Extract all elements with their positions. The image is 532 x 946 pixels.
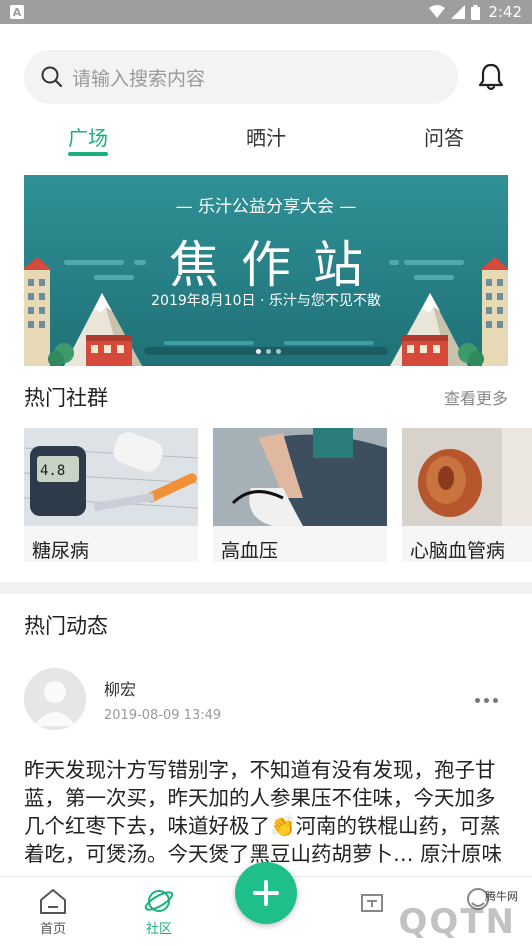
organ-image	[402, 428, 532, 526]
banner-date: 2019年8月10日 · 乐汁与您不见不散	[151, 293, 381, 309]
hot-groups-list: 4.8 糖尿病 高血压 心脑血管病	[24, 428, 532, 562]
add-post-button[interactable]	[235, 862, 297, 924]
post-header: 柳宏 2019-08-09 13:49	[24, 668, 508, 732]
post-text[interactable]: 昨天发现汁方写错别字，不知道有没有发现，孢子甘蓝，第一次买，昨天加的人参果压不住…	[24, 756, 508, 874]
search-row: 请输入搜索内容	[24, 50, 508, 104]
group-name: 糖尿病	[32, 540, 90, 562]
post-time: 2019-08-09 13:49	[104, 708, 222, 723]
status-bar: A 2:42	[0, 0, 532, 24]
hot-feed-title: 热门动态	[24, 614, 108, 638]
bell-icon[interactable]	[476, 62, 506, 92]
page-dot	[256, 349, 261, 354]
group-name: 心脑血管病	[410, 540, 506, 562]
home-icon	[40, 889, 66, 914]
watermark-logo: QQTN	[398, 902, 516, 942]
wifi-icon	[429, 5, 446, 18]
active-tab-indicator	[68, 152, 108, 156]
promo-banner[interactable]: — 乐汁公益分享大会 — 焦作站 2019年8月10日 · 乐汁与您不见不散	[24, 175, 508, 366]
nav-community[interactable]: 社区	[129, 887, 189, 937]
hot-feed-header: 热门动态	[24, 610, 508, 640]
post-author[interactable]: 柳宏	[104, 676, 136, 700]
section-divider	[0, 582, 532, 594]
add-icon	[253, 880, 279, 906]
planet-icon	[144, 890, 174, 912]
more-options-icon[interactable]	[475, 698, 498, 703]
search-icon	[41, 66, 63, 88]
avatar[interactable]	[24, 668, 86, 730]
nav-home-label: 首页	[39, 922, 66, 937]
watermark: 腾牛网 QQTN	[326, 888, 526, 946]
blood-pressure-image	[213, 428, 387, 526]
tab-qa[interactable]: 问答	[424, 122, 464, 151]
nav-community-label: 社区	[145, 922, 172, 937]
glucose-meter-image: 4.8	[24, 428, 198, 526]
battery-icon	[471, 4, 481, 20]
group-card-diabetes[interactable]: 4.8 糖尿病	[24, 428, 198, 562]
banner-page-indicator	[256, 349, 281, 354]
page-dot	[276, 349, 281, 354]
svg-text:4.8: 4.8	[40, 463, 65, 479]
search-placeholder: 请输入搜索内容	[72, 67, 206, 90]
view-more-link[interactable]: 查看更多	[444, 385, 508, 409]
banner-title: 焦作站	[169, 236, 385, 294]
tab-share-juice[interactable]: 晒汁	[246, 122, 286, 151]
hot-groups-header: 热门社群 查看更多	[24, 382, 508, 412]
default-avatar-icon	[24, 668, 86, 730]
clock: 2:42	[488, 3, 522, 21]
tab-bar: 广场 晒汁 问答	[0, 118, 532, 164]
group-name: 高血压	[221, 540, 279, 562]
group-card-hypertension[interactable]: 高血压	[213, 428, 387, 562]
banner-subtitle: — 乐汁公益分享大会 —	[175, 197, 357, 217]
group-card-cardio[interactable]: 心脑血管病	[402, 428, 532, 562]
page-dot	[266, 349, 271, 354]
tab-square[interactable]: 广场	[68, 122, 108, 151]
search-input[interactable]: 请输入搜索内容	[24, 50, 458, 104]
notification-icon: A	[10, 5, 24, 19]
nav-home[interactable]: 首页	[23, 887, 83, 937]
hot-groups-title: 热门社群	[24, 386, 108, 410]
signal-icon	[451, 5, 466, 19]
